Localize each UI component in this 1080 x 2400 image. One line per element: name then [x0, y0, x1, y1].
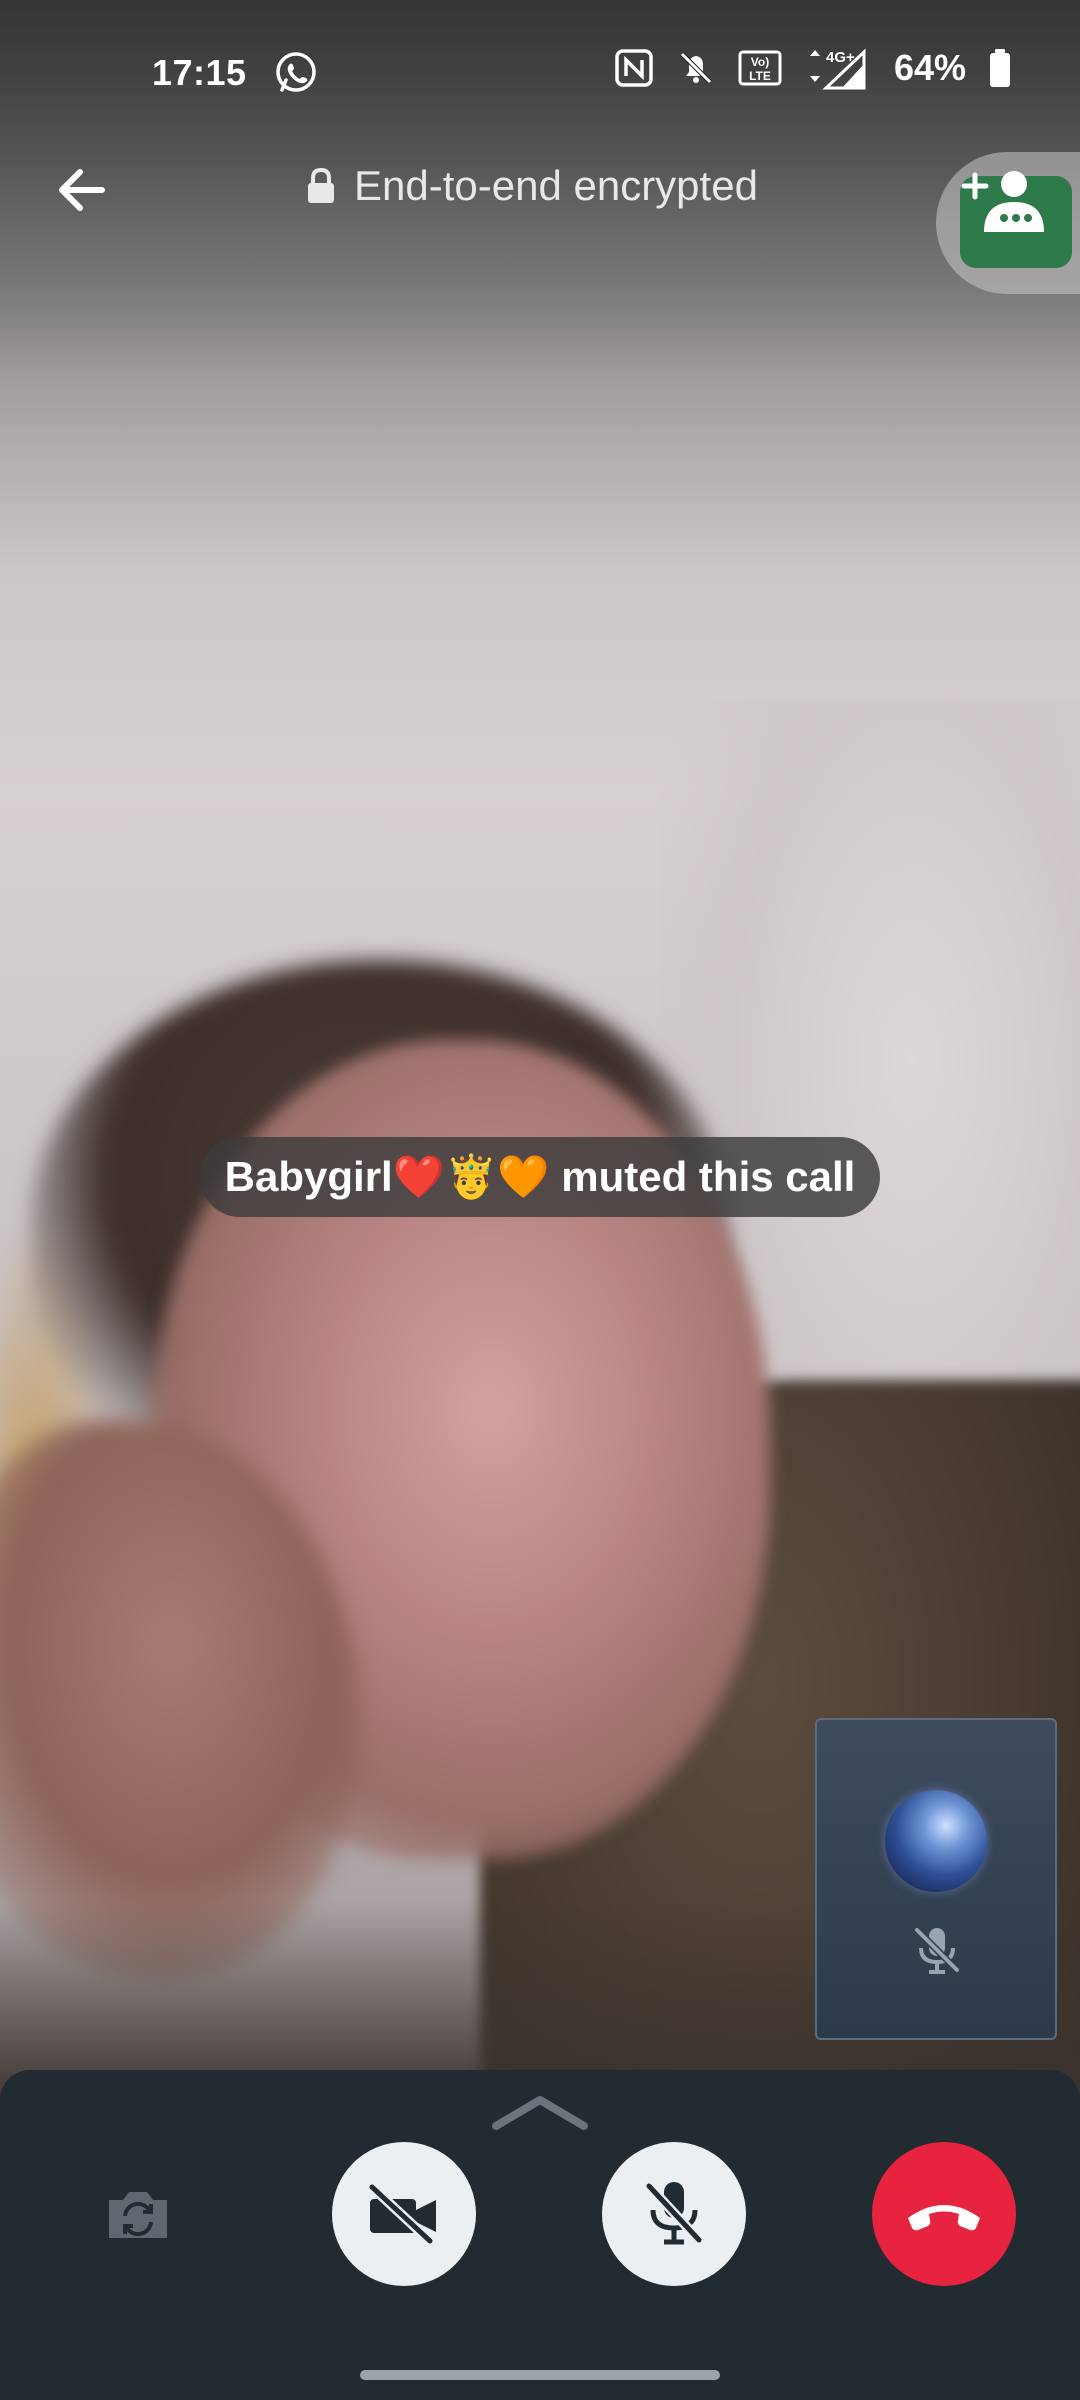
add-participant-button[interactable] — [936, 152, 1080, 294]
toast-message: Babygirl❤️🤴🧡 muted this call — [224, 1152, 856, 1200]
end-call-button[interactable] — [872, 2142, 1016, 2286]
video-toggle-button[interactable] — [332, 2142, 476, 2286]
video-off-icon — [368, 2183, 436, 2245]
4g-signal-icon: 4G+ — [809, 48, 866, 90]
volte-icon: Vo) LTE — [738, 50, 782, 86]
lock-icon — [308, 167, 334, 203]
mic-off-icon — [645, 2182, 703, 2245]
svg-text:Vo): Vo) — [751, 55, 769, 69]
whatsapp-icon — [276, 52, 316, 92]
mic-off-icon — [914, 1927, 960, 1974]
status-bar: 17:15 Vo) LTE 4G+ 64% — [0, 0, 1080, 146]
nfc-icon — [615, 49, 653, 87]
battery-icon — [990, 49, 1010, 87]
mute-toggle-button[interactable] — [602, 2142, 746, 2286]
call-controls-panel — [0, 2070, 1080, 2400]
end-call-icon — [908, 2205, 980, 2231]
avatar — [885, 1790, 987, 1892]
add-person-icon — [961, 171, 1044, 232]
status-icons: Vo) LTE 4G+ 64% — [614, 46, 1012, 90]
svg-text:LTE: LTE — [749, 69, 771, 83]
chevron-up-icon[interactable] — [488, 2092, 592, 2132]
encryption-notice: End-to-end encrypted — [306, 162, 758, 210]
bell-off-icon — [680, 52, 712, 84]
back-button[interactable] — [48, 156, 116, 224]
camera-flip-icon — [109, 2192, 167, 2238]
call-muted-toast: Babygirl❤️🤴🧡 muted this call — [200, 1137, 880, 1217]
status-time: 17:15 — [152, 52, 247, 93]
battery-percent: 64% — [893, 47, 966, 88]
self-view-tile[interactable] — [815, 1718, 1057, 2040]
encryption-label: End-to-end encrypted — [354, 162, 758, 209]
home-indicator[interactable] — [360, 2370, 720, 2380]
flip-camera-button[interactable] — [66, 2142, 210, 2286]
